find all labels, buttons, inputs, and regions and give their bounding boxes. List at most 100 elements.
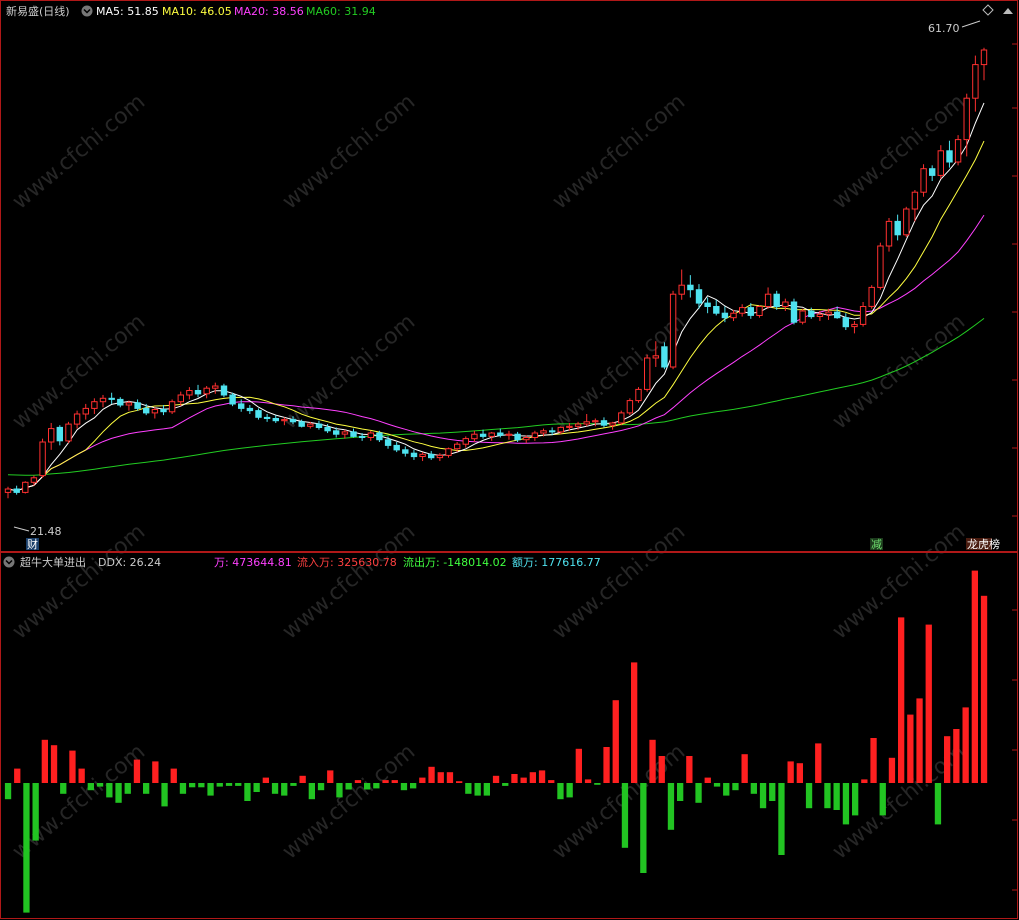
candle xyxy=(929,165,936,182)
marker-cai[interactable]: 财 xyxy=(26,537,39,551)
candle xyxy=(168,399,176,414)
collapse-arrow-icon[interactable] xyxy=(1003,8,1013,14)
ddx-bar xyxy=(815,743,822,783)
ddx-bar xyxy=(428,766,435,783)
ddx-bar xyxy=(677,783,684,801)
ddx-bar xyxy=(50,745,58,783)
candle xyxy=(721,306,729,323)
candle xyxy=(678,269,685,300)
ddx-bar xyxy=(971,570,978,783)
candle xyxy=(488,431,495,441)
candle xyxy=(151,407,159,419)
ddx-bar xyxy=(456,781,463,783)
ddx-bar xyxy=(23,783,30,913)
indicator-chevron-icon[interactable] xyxy=(3,556,15,568)
ddx-bar xyxy=(96,783,104,787)
ddx-bar xyxy=(612,700,619,783)
ddx-bar xyxy=(980,595,988,783)
ddx-bar xyxy=(391,780,398,783)
chevron-down-icon[interactable] xyxy=(81,5,93,17)
ddx-bar xyxy=(732,783,739,791)
ddx-bar xyxy=(916,698,923,783)
ddx-bar xyxy=(538,770,546,783)
ddx-bar xyxy=(235,783,242,786)
ddx-bar xyxy=(686,756,693,783)
candle xyxy=(842,313,849,330)
indicator-name: 超牛大单进出 xyxy=(20,555,86,569)
watermark-text: www.cfchi.com xyxy=(548,519,690,644)
candle xyxy=(868,285,875,309)
candle xyxy=(160,405,167,416)
candle xyxy=(920,164,927,197)
candle xyxy=(220,383,228,398)
amount-value: 额万: 177616.77 xyxy=(512,556,601,569)
candle xyxy=(713,299,720,316)
candle xyxy=(99,394,107,408)
candle xyxy=(661,342,668,370)
candle xyxy=(13,485,20,495)
candle xyxy=(410,449,418,460)
candle xyxy=(117,397,124,408)
candle xyxy=(393,442,400,453)
candle xyxy=(462,436,470,448)
stock-title: 新易盛(日线) xyxy=(6,4,70,18)
candle xyxy=(756,305,763,318)
candle xyxy=(764,287,772,309)
ddx-bar xyxy=(124,783,131,794)
ddx-bar xyxy=(658,756,665,783)
ddx-bar xyxy=(317,783,325,791)
ddx-bar xyxy=(308,783,315,800)
ddx-bar xyxy=(861,779,868,783)
candle xyxy=(350,428,357,438)
ma20-label: MA20: 38.56 xyxy=(234,5,304,18)
candle xyxy=(445,447,452,458)
watermark-text: www.cfchi.com xyxy=(828,309,970,434)
candle xyxy=(402,446,409,457)
ddx-bar xyxy=(769,783,776,801)
candle xyxy=(203,386,210,399)
candle xyxy=(592,418,599,427)
candle xyxy=(851,321,858,334)
watermark-text: www.cfchi.com xyxy=(278,89,420,214)
ddx-bar xyxy=(179,783,187,794)
candle xyxy=(419,452,426,462)
candle xyxy=(799,308,806,325)
diamond-icon[interactable] xyxy=(982,4,994,16)
ddx-bar xyxy=(474,783,481,796)
ddx-bar xyxy=(354,780,362,783)
ddx-bar xyxy=(60,783,67,794)
ddx-bar xyxy=(244,783,251,801)
marker-longhubang[interactable]: 龙虎榜 xyxy=(966,537,1000,551)
watermark-text: www.cfchi.com xyxy=(278,519,420,644)
ddx-bar xyxy=(723,783,730,796)
ddx-bar xyxy=(944,736,951,783)
candle xyxy=(428,450,435,460)
ddx-bar xyxy=(695,783,702,803)
ddx-bar xyxy=(281,783,288,796)
ddx-bar xyxy=(842,783,850,825)
inflow-value: 流入万: 325630.78 xyxy=(297,555,397,569)
candle xyxy=(687,275,694,298)
candle xyxy=(22,481,29,494)
candle xyxy=(471,430,478,442)
ddx-bar xyxy=(41,739,48,783)
ddx-bar xyxy=(511,774,518,783)
ddx-bar xyxy=(290,783,297,786)
candle xyxy=(635,387,642,403)
high-price-label: 61.70 xyxy=(928,22,960,35)
low-price-pointer xyxy=(13,526,30,532)
ma60-label: MA60: 31.94 xyxy=(306,5,376,18)
ma60-line xyxy=(7,318,985,476)
ddx-bar xyxy=(327,770,334,783)
ddx-bar xyxy=(907,714,914,783)
marker-jian[interactable]: 减 xyxy=(870,538,883,551)
candle xyxy=(56,425,63,446)
candle xyxy=(4,486,12,499)
ddx-value: DDX: 26.24 xyxy=(98,556,161,569)
ddx-bar xyxy=(833,783,840,810)
ddx-bar xyxy=(787,761,794,783)
svg-text:减: 减 xyxy=(871,538,882,551)
ddx-bar xyxy=(898,617,905,783)
candle xyxy=(730,309,737,322)
ddx-bar xyxy=(345,783,352,790)
